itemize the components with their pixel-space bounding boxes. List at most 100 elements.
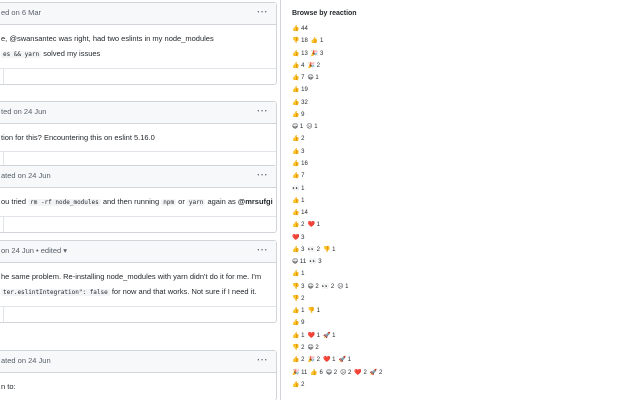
add-reaction-button[interactable] — [0, 69, 4, 84]
reaction-row[interactable]: 👎 3 😄 2 👀 2 😕 1 — [292, 282, 352, 292]
inline-code: yarn — [186, 199, 206, 206]
reaction-row[interactable]: 😄 1 😕 1 — [292, 122, 321, 132]
comment-text: and then running — [100, 197, 162, 206]
reaction-count: 🎉 2 — [307, 62, 320, 69]
reaction-row[interactable]: 👍 2 ❤️ 1 — [292, 220, 323, 230]
reaction-row[interactable]: 👍 19 — [292, 85, 311, 95]
reaction-count: 👍 7 — [292, 75, 305, 82]
reaction-count: 👀 3 — [309, 259, 322, 266]
reaction-count: 👍 3 — [292, 148, 305, 155]
reaction-count: 😄 2 — [307, 283, 319, 290]
reaction-count: 👍 2 — [292, 222, 305, 229]
reaction-count: ❤️ 3 — [292, 234, 305, 241]
comment-reactions-bar — [0, 306, 276, 322]
reaction-count: 👍 19 — [292, 87, 308, 94]
reaction-count: 😄 2 — [325, 369, 338, 376]
reaction-row[interactable]: 👍 1 👎 1 — [292, 306, 323, 316]
reaction-count: 👍 2 — [292, 357, 305, 364]
comment-body: he same problem. Re-installing node_modu… — [0, 263, 276, 306]
reaction-row[interactable]: 😄 11 👀 3 — [292, 257, 325, 267]
reaction-row[interactable]: 👍 9 — [292, 110, 307, 120]
reaction-row[interactable]: 👍 1 — [292, 269, 307, 279]
comment-timestamp: ed on 6 Mar — [1, 8, 42, 17]
reaction-count: 👍 4 — [292, 62, 305, 69]
comment-body: n to: — [0, 373, 276, 400]
reaction-count: 👍 14 — [292, 210, 308, 217]
reaction-row[interactable]: 👍 44 — [292, 24, 311, 34]
comment-card: ed on 6 Mar ⋯ e, @swansantec was right, ha… — [0, 2, 277, 85]
comment-text: tion for this? Encountering this on esli… — [1, 133, 155, 142]
comment-line: ter.eslintIntegration": false for now an… — [1, 284, 268, 300]
add-reaction-button[interactable] — [0, 217, 4, 232]
comment-text: ou tried — [1, 197, 29, 206]
reaction-count: 👎 1 — [307, 308, 320, 315]
inline-code: ter.eslintIntegration": false — [1, 289, 110, 296]
reaction-row[interactable]: 👎 2 — [292, 294, 307, 304]
more-options-icon[interactable]: ⋯ — [257, 168, 269, 181]
more-options-icon[interactable]: ⋯ — [257, 353, 269, 366]
reaction-row[interactable]: 👍 2 🎉 2 ❤️ 1 🚀 1 — [292, 355, 354, 365]
reaction-row[interactable]: ❤️ 3 — [292, 233, 307, 243]
reaction-row[interactable]: 👍 16 — [292, 159, 311, 169]
reaction-count: 😄 11 — [292, 259, 307, 266]
reaction-row[interactable]: 👍 3 — [292, 147, 307, 157]
user-mention[interactable]: @mrsufgi — [238, 197, 273, 206]
comment-reactions-bar — [0, 216, 276, 232]
comment-timestamp: ated on 24 Jun — [1, 171, 51, 180]
comment-text: n to: — [1, 382, 16, 391]
reaction-row[interactable]: 👍 7 😄 1 — [292, 73, 322, 83]
reaction-count: 👍 9 — [292, 320, 305, 327]
reaction-count: 👀 2 — [321, 283, 335, 290]
comment-header: ated on 24 Jun ⋯ — [0, 166, 276, 188]
comment-card: on 24 Jun • edited ▾ ⋯ he same problem. Re… — [0, 240, 277, 323]
inline-code: rm -rf node_modules — [28, 199, 101, 206]
comment-text: for now and that works. Not sure if I ne… — [109, 287, 257, 296]
reaction-count: 👎 3 — [292, 283, 305, 290]
comment-timestamp: ted on 24 Jun — [1, 107, 47, 116]
reaction-count: 🎉 11 — [292, 369, 308, 376]
more-options-icon[interactable]: ⋯ — [257, 104, 269, 117]
reaction-row[interactable]: 🎉 11 👍 6 😄 2 😕 2 ❤️ 2 🚀 2 — [292, 368, 385, 378]
reaction-row[interactable]: 👎 2 😄 2 — [292, 343, 322, 353]
reaction-row[interactable]: 👍 1 ❤️ 1 🚀 1 — [292, 331, 338, 341]
reaction-count: 👍 1 — [292, 197, 305, 204]
column-divider — [280, 0, 281, 400]
reaction-row[interactable]: 👍 14 — [292, 208, 311, 218]
more-options-icon[interactable]: ⋯ — [257, 5, 269, 18]
reaction-count: 👎 2 — [292, 295, 305, 302]
reaction-row[interactable]: 👍 2 — [292, 380, 307, 390]
reaction-row[interactable]: 👍 4 🎉 2 — [292, 61, 323, 71]
reaction-row[interactable]: 👀 1 — [292, 184, 307, 194]
reaction-row[interactable]: 👍 7 — [292, 171, 307, 181]
reaction-row[interactable]: 👍 1 — [292, 196, 307, 206]
reaction-count: 🚀 1 — [322, 332, 336, 339]
reaction-count: 😕 1 — [306, 124, 318, 131]
reaction-row[interactable]: 👍 32 — [292, 98, 311, 108]
reaction-row[interactable]: 👍 2 — [292, 134, 307, 144]
reaction-count: 👎 1 — [322, 246, 336, 253]
comment-body: e, @swansantec was right, had two eslint… — [0, 25, 276, 68]
reaction-count: ❤️ 2 — [354, 369, 367, 376]
reaction-count: ❤️ 1 — [307, 332, 320, 339]
reaction-row[interactable]: 👍 3 👀 2 👎 1 — [292, 245, 338, 255]
reaction-count: 😄 2 — [307, 345, 319, 352]
reaction-count: 😕 2 — [340, 369, 352, 376]
reaction-count: 🚀 2 — [369, 369, 383, 376]
reaction-count: 👍 13 — [292, 50, 308, 57]
reaction-count: 👍 9 — [292, 111, 305, 118]
reaction-count: 👍 3 — [292, 246, 305, 253]
comment-body: ou tried rm -rf node_modules and then ru… — [0, 188, 276, 216]
reaction-count: 👍 1 — [292, 271, 305, 278]
comment-card: ated on 24 Jun ⋯ n to: — [0, 350, 277, 400]
comment-reactions-bar — [0, 68, 276, 84]
comments-column: ed on 6 Mar ⋯ e, @swansantec was right, ha… — [0, 0, 280, 400]
add-reaction-button[interactable] — [0, 307, 4, 322]
comment-timestamp[interactable]: on 24 Jun • edited ▾ — [1, 246, 67, 255]
reaction-row[interactable]: 👍 9 — [292, 318, 307, 328]
more-options-icon[interactable]: ⋯ — [257, 243, 269, 256]
comment-text: e, @swansantec was right, had two eslint… — [1, 34, 214, 43]
reaction-row[interactable]: 👍 13 🎉 3 — [292, 49, 326, 59]
comment-body: tion for this? Encountering this on esli… — [0, 124, 276, 151]
inline-code: es && yarn — [1, 51, 42, 58]
reaction-row[interactable]: 👎 18 👍 1 — [292, 36, 326, 46]
